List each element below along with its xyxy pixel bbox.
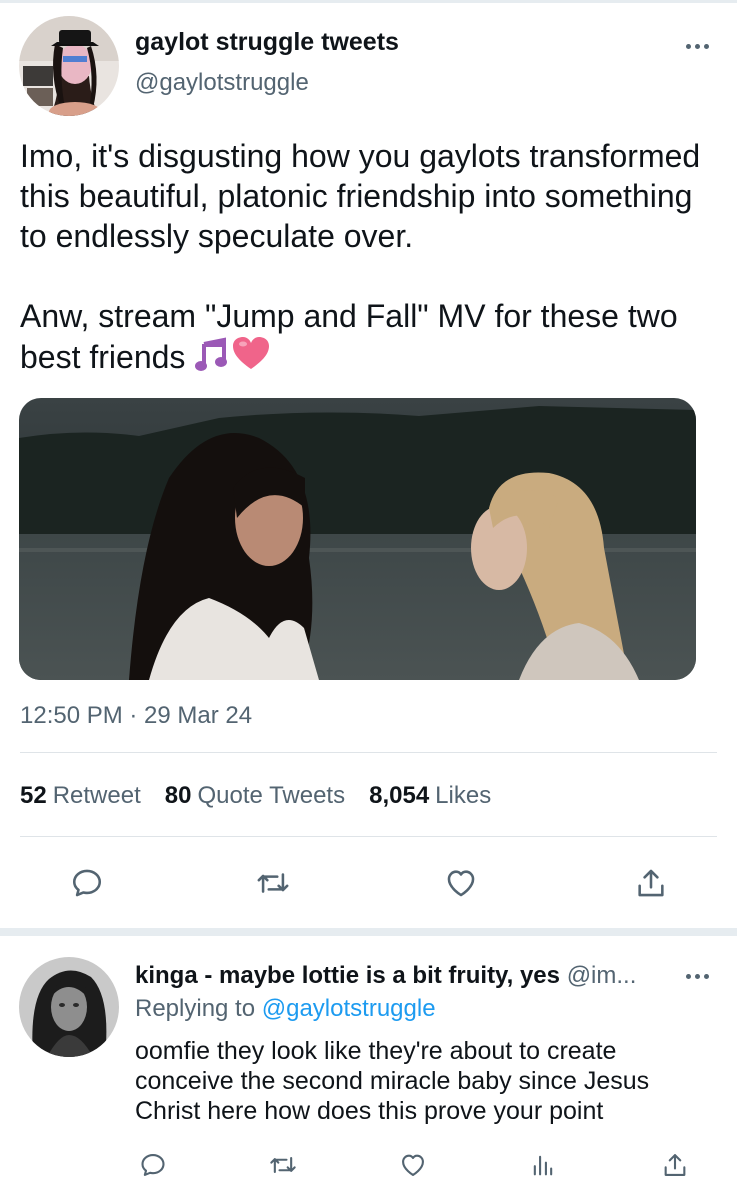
retweets-count: 52 [20,782,47,809]
reply-retweet-icon[interactable] [266,1148,300,1182]
share-icon[interactable] [630,862,672,904]
top-divider [0,0,737,3]
reply-reply-icon[interactable] [136,1148,170,1182]
musical-notes-icon [194,336,230,381]
likes-stat[interactable]: 8,054 Likes [369,782,491,810]
like-icon[interactable] [440,862,482,904]
quote-tweets-stat[interactable]: 80 Quote Tweets [165,782,345,810]
likes-label: Likes [435,782,492,809]
more-options-icon[interactable] [680,36,714,56]
retweet-icon[interactable] [252,862,294,904]
reply-share-icon[interactable] [658,1148,692,1182]
reply-more-options-icon[interactable] [680,966,714,986]
tweet-text-paragraph-1: Imo, it's disgusting how you gaylots tra… [20,138,701,254]
tweet-stats: 52 Retweet 80 Quote Tweets 8,054 Likes [20,782,491,810]
author-avatar[interactable] [19,16,119,116]
section-separator [0,928,737,936]
quote-tweets-count: 80 [164,782,192,809]
author-handle[interactable]: @gaylotstruggle [135,69,309,97]
replying-to-prefix: Replying to [135,995,256,1022]
reply-author-avatar[interactable] [19,957,119,1057]
tweet-text-paragraph-2-text: Anw, stream "Jump and Fall" MV for these… [20,298,678,375]
reply-header: kinga - maybe lottie is a bit fruity, ye… [135,962,675,990]
reply-like-icon[interactable] [396,1148,430,1182]
retweets-stat[interactable]: 52 Retweet [20,782,141,810]
quote-tweets-label: Quote Tweets [197,782,346,809]
reply-icon[interactable] [66,862,108,904]
reply-text: oomfie they look like they're about to c… [135,1037,650,1125]
tweet-media-image[interactable] [19,398,696,680]
tweet-text-paragraph-2: Anw, stream "Jump and Fall" MV for these… [20,296,720,381]
reply-author-handle[interactable]: @im... [567,962,637,989]
divider [20,752,717,753]
likes-count: 8,054 [369,782,430,809]
author-display-name[interactable]: gaylot struggle tweets [135,28,399,57]
retweets-label: Retweet [52,782,141,809]
analytics-icon[interactable] [526,1148,560,1182]
tweet-timestamp[interactable]: 12:50 PM · 29 Mar 24 [20,702,252,730]
replying-to: Replying to @gaylotstruggle [135,995,436,1023]
tweet-text: Imo, it's disgusting how you gaylots tra… [20,136,720,381]
replying-to-handle-link[interactable]: @gaylotstruggle [262,995,436,1022]
pink-heart-icon [232,336,270,381]
reply-author-display-name[interactable]: kinga - maybe lottie is a bit fruity, ye… [135,962,560,989]
divider [20,836,717,837]
